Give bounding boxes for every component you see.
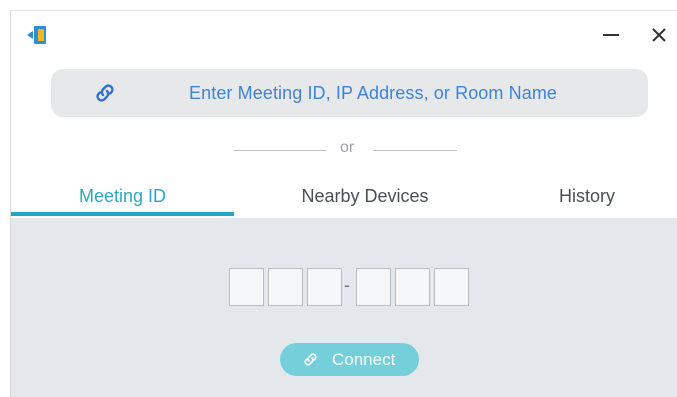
meeting-id-digit-5[interactable] [395,268,430,306]
divider-text: or [340,139,355,156]
connect-label: Connect [332,350,396,369]
active-tab-indicator [11,212,234,216]
app-logo-icon [27,26,46,44]
app-window: Enter Meeting ID, IP Address, or Room Na… [10,10,677,397]
meeting-id-digit-1[interactable] [229,268,264,306]
link-icon [304,353,317,366]
meeting-search-input[interactable]: Enter Meeting ID, IP Address, or Room Na… [51,69,648,117]
divider-line-right [373,150,457,151]
meeting-id-digit-3[interactable] [307,268,342,306]
meeting-id-panel: - Connect [11,218,677,397]
search-placeholder: Enter Meeting ID, IP Address, or Room Na… [189,83,558,103]
minimize-icon [603,34,619,36]
connect-button[interactable]: Connect [280,343,419,376]
tab-history[interactable]: History [496,173,677,219]
title-bar [11,11,677,59]
link-icon [96,84,114,102]
or-divider: or [11,137,677,161]
meeting-id-separator: - [344,275,350,295]
close-icon [652,28,666,42]
meeting-id-digit-2[interactable] [268,268,303,306]
divider-line-left [234,150,326,151]
minimize-button[interactable] [597,21,625,49]
meeting-id-digit-4[interactable] [356,268,391,306]
meeting-id-digit-6[interactable] [434,268,469,306]
tab-nearby-devices[interactable]: Nearby Devices [234,173,496,219]
close-button[interactable] [645,21,673,49]
